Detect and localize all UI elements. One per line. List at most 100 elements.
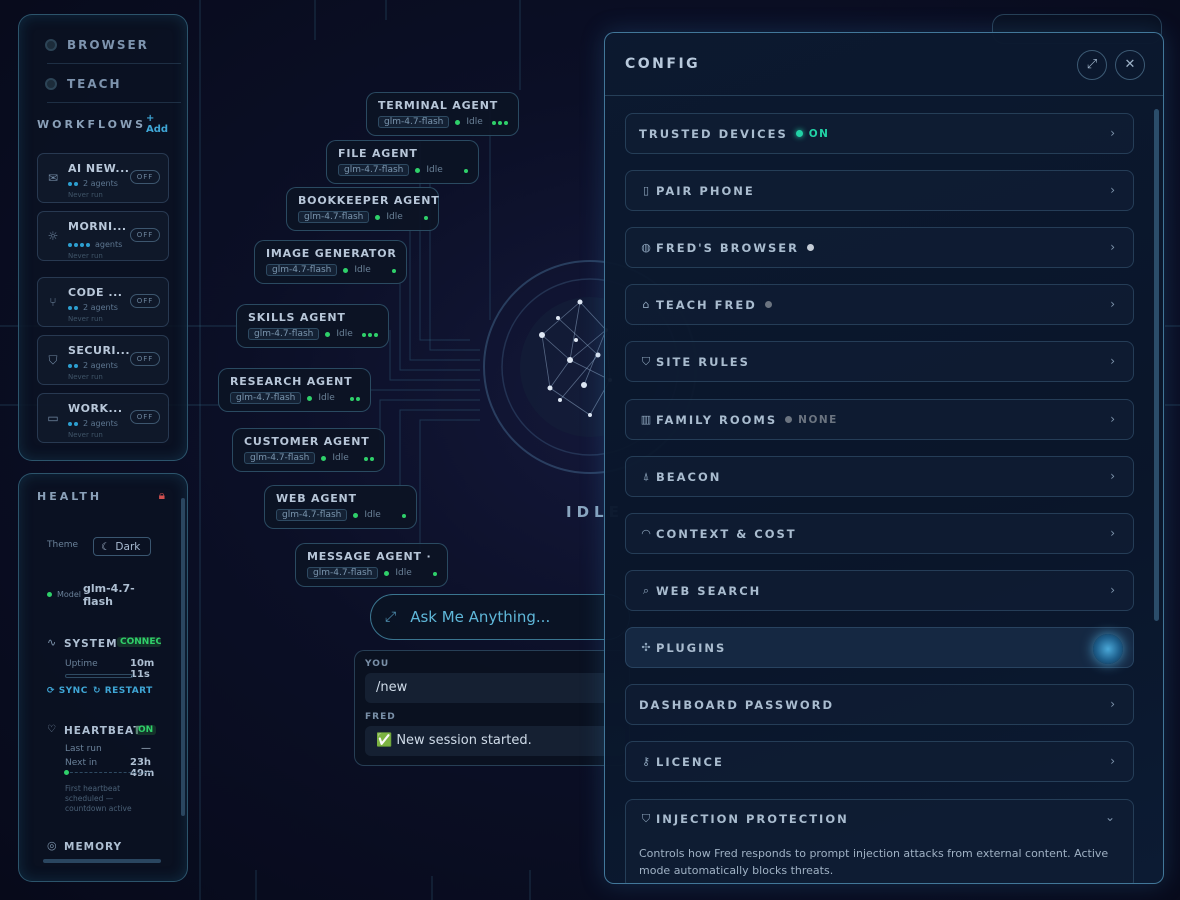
expand-icon[interactable]: ⤢ xyxy=(385,609,396,625)
config-row-teach-fred[interactable]: ⌂ TEACH FRED › xyxy=(625,284,1134,325)
workflow-name: CODE ... xyxy=(68,286,123,299)
theme-toggle[interactable]: ☾ Dark xyxy=(93,537,151,556)
agent-status: Idle xyxy=(426,165,443,175)
divider xyxy=(47,102,181,103)
workflow-toggle[interactable]: OFF xyxy=(130,170,160,184)
config-row-label: WEB SEARCH xyxy=(656,583,762,598)
agent-name: SKILLS AGENT xyxy=(248,311,346,324)
agent-card-skills[interactable]: SKILLS AGENT glm-4.7-flash Idle xyxy=(236,304,389,348)
last-run-label: Last run xyxy=(65,744,102,754)
expand-panel-button[interactable]: ⤢ xyxy=(1077,50,1107,80)
add-workflow-button[interactable]: + Add xyxy=(146,113,177,135)
workflow-card[interactable]: ⑂ CODE ... 2 agents Never run OFF xyxy=(37,277,169,327)
chevron-right-icon: › xyxy=(1110,183,1115,197)
agent-card-terminal[interactable]: TERMINAL AGENT glm-4.7-flash Idle xyxy=(366,92,519,136)
chevron-right-icon: › xyxy=(1110,469,1115,483)
config-row-pair-phone[interactable]: ▯ PAIR PHONE › xyxy=(625,170,1134,211)
workflows-title: WORKFLOWS xyxy=(37,117,147,131)
key-icon: ⚷ xyxy=(641,755,651,768)
config-row-family-rooms[interactable]: ▥ FAMILY ROOMS NONE › xyxy=(625,399,1134,440)
agent-card-research[interactable]: RESEARCH AGENT glm-4.7-flash Idle xyxy=(218,368,371,412)
config-row-label: CONTEXT & COST xyxy=(656,526,797,541)
workflow-card[interactable]: ✉ AI NEW... 2 agents Never run OFF xyxy=(37,153,169,203)
config-row-plugins[interactable]: ✣ PLUGINS xyxy=(625,627,1134,668)
sun-icon: ☼ xyxy=(47,229,59,243)
config-row-licence[interactable]: ⚷ LICENCE › xyxy=(625,741,1134,782)
agent-name: TERMINAL AGENT xyxy=(378,99,499,112)
config-scrollbar[interactable] xyxy=(1154,109,1159,621)
model-status-dot xyxy=(47,592,52,597)
heartbeat-status-badge: ON xyxy=(135,725,157,735)
config-row-site-rules[interactable]: ⛉ SITE RULES › xyxy=(625,341,1134,382)
agent-card-image-generator[interactable]: IMAGE GENERATOR glm-4.7-flash Idle xyxy=(254,240,407,284)
next-in-value: 23h 49m xyxy=(130,757,155,779)
config-row-trusted-devices[interactable]: TRUSTED DEVICES ON › xyxy=(625,113,1134,154)
agent-activity-dots xyxy=(402,514,406,518)
health-content[interactable]: Theme ☾ Dark Model glm-4.7-flash ∿ SYSTEM… xyxy=(35,514,169,869)
health-title: HEALTH xyxy=(37,490,103,503)
graduation-cap-icon: ⌂ xyxy=(642,298,650,311)
agent-name: MESSAGE AGENT · W... xyxy=(307,550,436,563)
agent-status: Idle xyxy=(354,265,371,275)
agent-model-chip: glm-4.7-flash xyxy=(230,392,302,404)
heart-icon: ♡ xyxy=(47,724,56,735)
agent-card-customer[interactable]: CUSTOMER AGENT glm-4.7-flash Idle xyxy=(232,428,385,472)
shield-icon: ⛉ xyxy=(48,353,58,367)
agent-activity-dots xyxy=(392,269,396,273)
lock-icon[interactable]: 🔒︎ xyxy=(159,488,165,503)
agent-card-message[interactable]: MESSAGE AGENT · W... glm-4.7-flash Idle xyxy=(295,543,448,587)
chat-fred-message: ✅ New session started. xyxy=(365,726,625,756)
workflow-card[interactable]: ☼ MORNI... agents Never run OFF xyxy=(37,211,169,261)
health-scrollbar-horizontal[interactable] xyxy=(43,859,161,863)
mode-browser-label: BROWSER xyxy=(67,38,149,52)
agent-status: Idle xyxy=(386,212,403,222)
workflow-toggle[interactable]: OFF xyxy=(130,294,160,308)
moon-icon: ☾ xyxy=(101,540,111,553)
config-row-context-cost[interactable]: ◠ CONTEXT & COST › xyxy=(625,513,1134,554)
phone-icon: ▯ xyxy=(642,184,650,197)
puzzle-icon: ✣ xyxy=(641,641,651,654)
agent-card-file[interactable]: FILE AGENT glm-4.7-flash Idle xyxy=(326,140,479,184)
mode-browser[interactable]: BROWSER xyxy=(45,31,149,59)
agent-card-web[interactable]: WEB AGENT glm-4.7-flash Idle xyxy=(264,485,417,529)
config-row-label: TRUSTED DEVICES xyxy=(639,126,788,141)
agent-status-dot xyxy=(307,395,313,401)
agent-model-chip: glm-4.7-flash xyxy=(248,328,320,340)
chat-transcript: YOU /new FRED ✅ New session started. xyxy=(354,650,630,766)
agent-status: Idle xyxy=(395,568,412,578)
agent-model-chip: glm-4.7-flash xyxy=(378,116,450,128)
config-row-freds-browser[interactable]: ◍ FRED'S BROWSER › xyxy=(625,227,1134,268)
sync-button[interactable]: ⟳ SYNC xyxy=(47,686,88,696)
workflow-toggle[interactable]: OFF xyxy=(130,410,160,424)
workflow-last-run: Never run xyxy=(68,191,103,199)
workflow-toggle[interactable]: OFF xyxy=(130,228,160,242)
theme-label: Theme xyxy=(47,540,79,550)
agent-status-dot xyxy=(353,512,359,518)
heartbeat-label: HEARTBEAT xyxy=(64,725,142,737)
plugin-orb-icon[interactable] xyxy=(1093,634,1123,664)
ask-input[interactable] xyxy=(410,608,611,626)
workflow-card[interactable]: ▭ WORK... 2 agents Never run OFF xyxy=(37,393,169,443)
agent-status: Idle xyxy=(336,329,353,339)
workflow-agents: 2 agents xyxy=(68,303,118,312)
uptime-value: 10m 11s xyxy=(130,658,155,680)
mode-teach[interactable]: TEACH xyxy=(45,70,122,98)
close-panel-button[interactable]: ✕ xyxy=(1115,50,1145,80)
config-row-web-search[interactable]: ⌕ WEB SEARCH › xyxy=(625,570,1134,611)
ask-bar[interactable]: ⤢ xyxy=(370,594,630,640)
system-status-badge: CONNEC xyxy=(117,637,161,647)
uptime-bar xyxy=(65,674,133,678)
workflow-card[interactable]: ⛉ SECURI... 2 agents Never run OFF xyxy=(37,335,169,385)
chevron-right-icon: › xyxy=(1110,697,1115,711)
workflow-toggle[interactable]: OFF xyxy=(130,352,160,366)
agent-model-chip: glm-4.7-flash xyxy=(244,452,316,464)
restart-button[interactable]: ↻ RESTART xyxy=(93,686,153,696)
config-row-beacon[interactable]: ⍋ BEACON › xyxy=(625,456,1134,497)
workflow-agents: 2 agents xyxy=(68,361,118,370)
teach-mode-indicator xyxy=(45,78,57,90)
config-row-dashboard-password[interactable]: DASHBOARD PASSWORD › xyxy=(625,684,1134,725)
agent-card-bookkeeper[interactable]: BOOKKEEPER AGENT glm-4.7-flash Idle xyxy=(286,187,439,231)
chevron-right-icon: › xyxy=(1110,297,1115,311)
workflow-last-run: Never run xyxy=(68,373,103,381)
health-scrollbar-vertical[interactable] xyxy=(181,498,185,816)
